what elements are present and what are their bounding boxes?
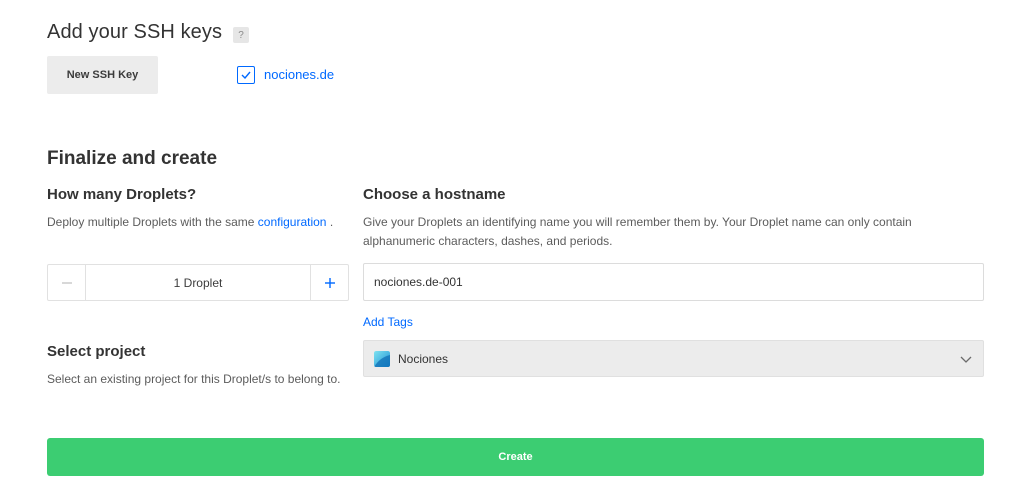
hostname-input[interactable] (363, 263, 984, 301)
finalize-heading: Finalize and create (47, 148, 218, 169)
chevron-down-icon (960, 356, 972, 363)
increment-button[interactable] (310, 265, 348, 300)
ssh-key-checkbox[interactable] (237, 66, 255, 84)
help-icon[interactable]: ? (233, 27, 249, 43)
add-tags-link[interactable]: Add Tags (363, 315, 413, 329)
ssh-key-label[interactable]: nociones.de (264, 66, 334, 84)
create-button[interactable]: Create (47, 438, 984, 476)
configuration-link[interactable]: configuration (258, 215, 327, 229)
new-ssh-key-button[interactable]: New SSH Key (47, 56, 158, 94)
plus-icon (324, 277, 335, 288)
hostname-description: Give your Droplets an identifying name y… (363, 215, 912, 248)
droplet-count-description: Deploy multiple Droplets with the same c… (47, 213, 357, 232)
project-icon (374, 350, 390, 367)
ssh-keys-heading: Add your SSH keys (47, 21, 223, 43)
checkmark-icon (241, 71, 251, 79)
description-suffix: . (329, 215, 334, 229)
droplet-count-heading: How many Droplets? (47, 186, 197, 203)
decrement-button[interactable] (48, 265, 86, 300)
hostname-heading: Choose a hostname (363, 186, 506, 203)
select-project-description: Select an existing project for this Drop… (47, 372, 341, 386)
droplet-count-value: 1 Droplet (173, 275, 223, 290)
select-project-heading: Select project (47, 343, 146, 360)
droplet-count-stepper: 1 Droplet (47, 264, 349, 301)
project-dropdown[interactable]: Nociones (363, 340, 984, 377)
minus-icon (61, 281, 72, 284)
selected-project-label: Nociones (398, 351, 449, 366)
description-text: Deploy multiple Droplets with the same (47, 215, 255, 229)
